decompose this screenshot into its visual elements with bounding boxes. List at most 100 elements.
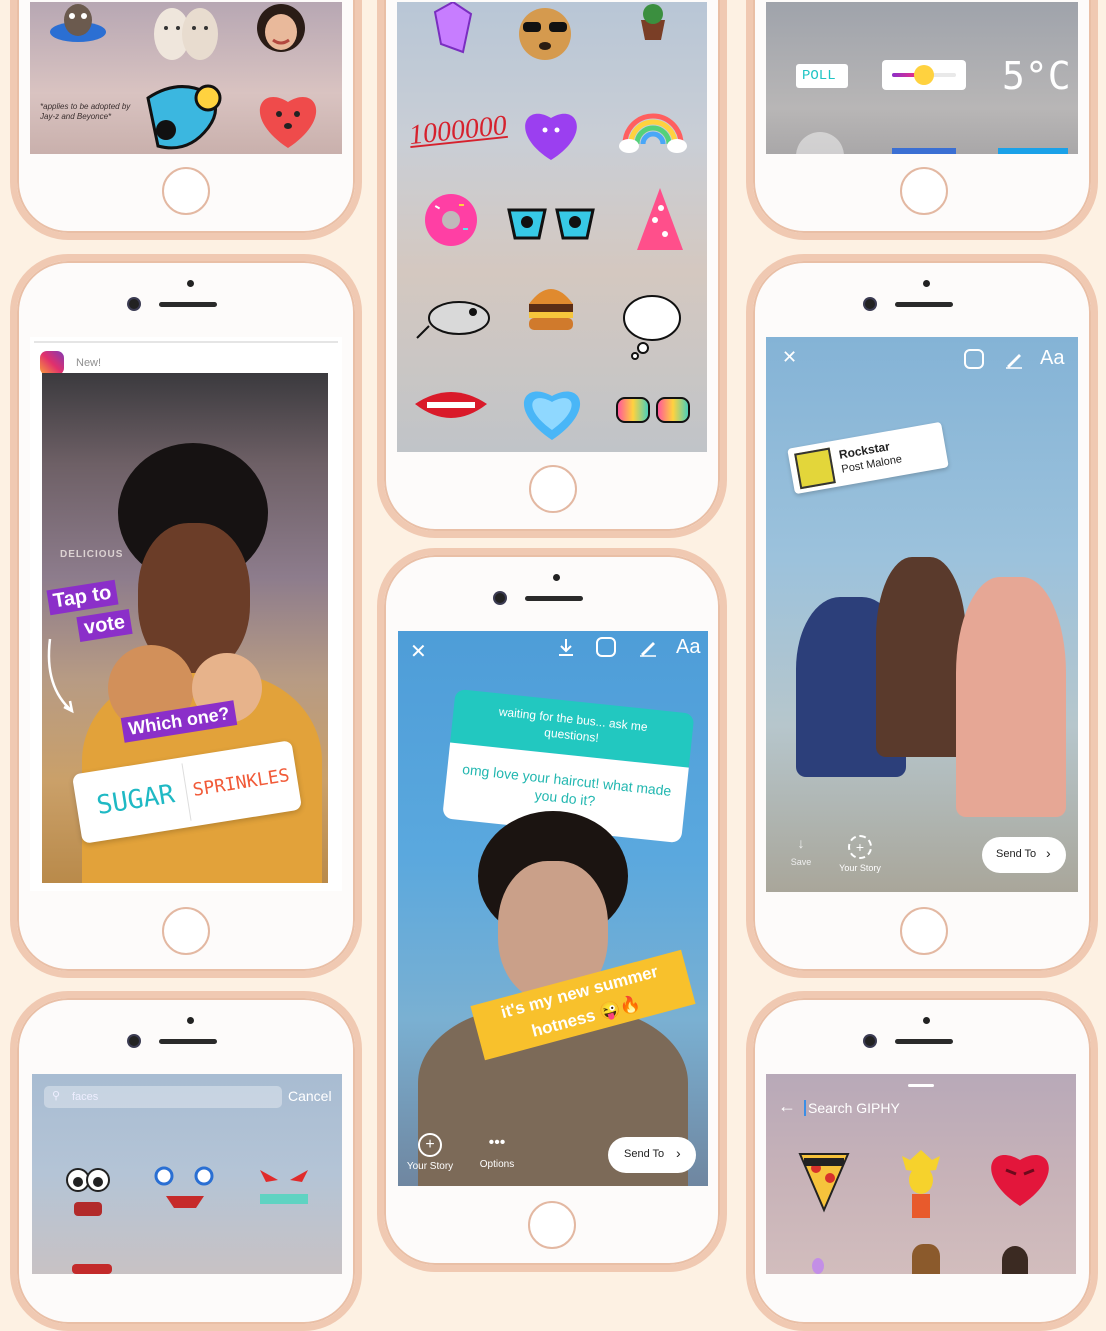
options-button[interactable]: ••• Options <box>474 1133 520 1181</box>
home-button-5[interactable] <box>528 1201 576 1249</box>
front-camera <box>129 1036 139 1046</box>
crystal-sticker[interactable] <box>433 2 473 58</box>
pizza-sticker[interactable] <box>796 1144 852 1214</box>
dog-sunglasses-sticker[interactable] <box>515 2 575 62</box>
face-sticker[interactable] <box>255 2 307 54</box>
phone7-screen: ⚲ faces Cancel <box>32 1074 342 1274</box>
album-art <box>794 447 836 490</box>
phone8-screen: ← Search GIPHY <box>766 1074 1076 1274</box>
rainbow-sticker[interactable] <box>617 100 689 156</box>
lips-sticker-partial[interactable] <box>72 1264 112 1274</box>
footnote-text: *applies to be adopted by Jay-z and Beyo… <box>40 102 131 121</box>
sticker-icon[interactable] <box>964 349 984 369</box>
save-label: Save <box>790 857 812 867</box>
poll-label: POLL <box>802 68 836 84</box>
home-button-2[interactable] <box>529 465 577 513</box>
music-sticker[interactable]: Rockstar Post Malone <box>787 421 949 495</box>
send-to-label: Send To <box>996 848 1037 860</box>
purple-heart-sticker[interactable] <box>521 104 581 162</box>
phone-frame-6: ✕ Aa Rockstar Post Malone ↓ Save + Your … <box>746 254 1098 978</box>
proximity-sensor <box>923 1017 930 1024</box>
earpiece-speaker <box>159 302 217 307</box>
heart-sticker[interactable] <box>252 82 324 154</box>
phone1-screen: *applies to be adopted by Jay-z and Beyo… <box>30 2 342 154</box>
poll-option-sugar[interactable]: SUGAR <box>89 778 183 822</box>
draw-icon[interactable] <box>638 637 658 657</box>
100-sticker[interactable]: 1000000 <box>408 110 509 152</box>
friday-sticker-2[interactable] <box>998 148 1068 154</box>
purple-sticker-partial[interactable] <box>812 1258 824 1274</box>
add-story-icon: + <box>848 835 872 859</box>
drag-handle[interactable] <box>908 1084 934 1087</box>
text-tool-icon[interactable]: Aa <box>1040 347 1064 370</box>
search-bar[interactable]: ⚲ faces <box>44 1086 282 1108</box>
earpiece-speaker <box>895 302 953 307</box>
character-sticker-partial[interactable] <box>912 1244 940 1274</box>
sticker-icon[interactable] <box>596 637 616 657</box>
phone6-screen: ✕ Aa Rockstar Post Malone ↓ Save + Your … <box>766 337 1078 892</box>
pixel-heart-sticker[interactable] <box>517 382 587 442</box>
monster-face-sticker[interactable] <box>254 1164 314 1212</box>
angry-heart-sticker[interactable] <box>984 1140 1056 1212</box>
googly-face-sticker[interactable] <box>62 1166 114 1226</box>
rainbow-sunglasses-sticker[interactable] <box>615 394 691 430</box>
cat-sticker[interactable] <box>48 2 108 42</box>
capture-button[interactable] <box>796 132 844 154</box>
save-button[interactable]: ↓ Save <box>786 835 816 867</box>
search-icon: ⚲ <box>52 1090 61 1102</box>
phone4-screen: New! DELICIOUS Tap to vote Which one? SU… <box>30 337 342 891</box>
friday-sticker[interactable] <box>892 148 956 154</box>
send-to-button[interactable]: Send To › <box>982 837 1066 873</box>
burger-sticker[interactable] <box>525 280 577 336</box>
download-icon[interactable] <box>556 637 576 657</box>
home-button-1[interactable] <box>162 167 210 215</box>
person-middle <box>876 557 966 757</box>
giphy-search-input[interactable]: Search GIPHY <box>804 1100 900 1116</box>
heart-eyes-emoji-icon[interactable] <box>914 65 934 85</box>
back-arrow-icon[interactable]: ← <box>778 1096 796 1117</box>
options-icon: ••• <box>488 1134 506 1151</box>
send-to-label: Send To <box>624 1148 665 1160</box>
home-button-3[interactable] <box>900 167 948 215</box>
temperature-sticker[interactable]: 5°C <box>1002 54 1071 98</box>
party-hat-sticker[interactable] <box>633 184 687 254</box>
phone-frame-1: *applies to be adopted by Jay-z and Beyo… <box>10 0 362 240</box>
your-story-label: Your Story <box>839 863 881 873</box>
donut-sticker[interactable] <box>423 192 479 248</box>
lips-sticker[interactable] <box>413 386 489 426</box>
arrow-icon <box>42 637 78 717</box>
close-icon[interactable]: ✕ <box>410 639 427 664</box>
plant-sticker[interactable] <box>633 2 673 42</box>
your-story-label: Your Story <box>406 1161 454 1172</box>
kittens-sticker[interactable] <box>150 2 220 62</box>
poll-sticker[interactable]: POLL <box>796 64 848 88</box>
lisa-sticker[interactable] <box>900 1146 942 1222</box>
cancel-button[interactable]: Cancel <box>288 1088 332 1104</box>
person-right <box>956 577 1066 817</box>
draw-icon[interactable] <box>1004 349 1024 369</box>
drake-sticker-partial[interactable] <box>1002 1246 1028 1274</box>
send-to-button[interactable]: Send To › <box>608 1137 696 1173</box>
options-label: Options <box>479 1159 515 1170</box>
people-group <box>786 537 1076 837</box>
home-button-4[interactable] <box>162 907 210 955</box>
thought-cloud-sticker[interactable] <box>621 292 683 360</box>
add-story-icon: + <box>418 1133 442 1157</box>
poll-option-sprinkles[interactable]: SPRINKLES <box>190 765 292 801</box>
genie-sticker[interactable] <box>138 68 233 154</box>
mouse-sticker[interactable] <box>415 290 495 346</box>
phone-frame-4: New! DELICIOUS Tap to vote Which one? SU… <box>10 254 362 978</box>
robot-face-sticker[interactable] <box>144 1166 226 1210</box>
phone3-screen: POLL 5°C <box>766 2 1078 154</box>
download-icon: ↓ <box>797 835 805 851</box>
home-button-6[interactable] <box>900 907 948 955</box>
emoji-slider-sticker[interactable] <box>882 60 966 90</box>
earpiece-speaker <box>895 1039 953 1044</box>
your-story-button[interactable]: + Your Story <box>402 1133 458 1181</box>
close-icon[interactable]: ✕ <box>782 347 797 368</box>
text-tool-icon[interactable]: Aa <box>676 636 700 659</box>
front-camera <box>129 299 139 309</box>
search-input[interactable]: faces <box>72 1091 98 1103</box>
eyes-glasses-sticker[interactable] <box>505 200 597 246</box>
your-story-button[interactable]: + Your Story <box>832 835 888 873</box>
